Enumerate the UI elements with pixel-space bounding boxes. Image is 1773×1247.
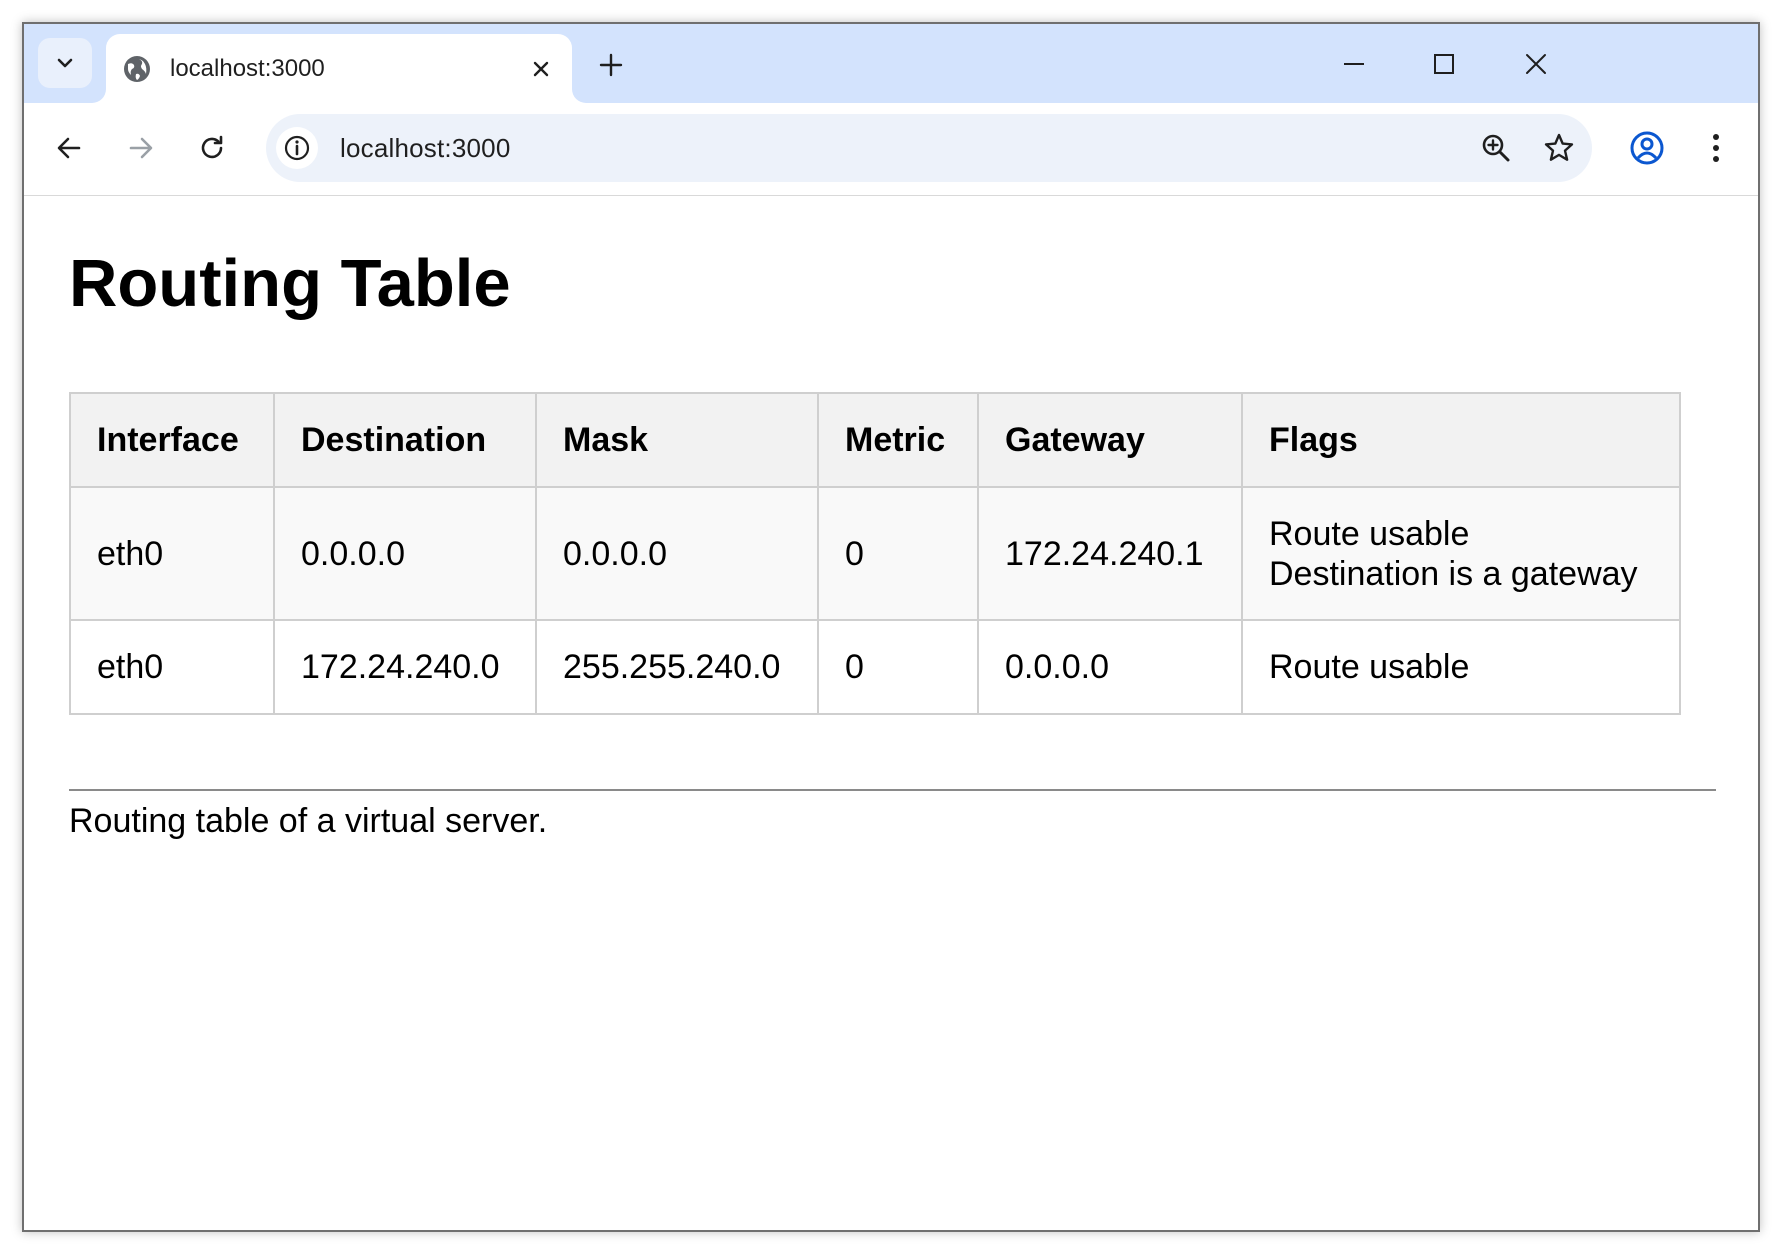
cell-destination: 172.24.240.0 [273,619,537,715]
tab-strip: localhost:3000 [24,24,1758,103]
bookmark-button[interactable] [1540,129,1578,167]
back-arrow-icon [57,137,81,159]
maximize-button[interactable] [1424,44,1464,84]
site-info-button[interactable] [276,127,318,169]
cell-interface: eth0 [69,486,275,621]
cell-gateway: 172.24.240.1 [977,486,1243,621]
horizontal-rule [69,789,1716,791]
profile-icon [1630,131,1664,165]
tab-localhost[interactable]: localhost:3000 [106,34,572,103]
page-title: Routing Table [69,246,511,321]
chevron-down-icon [57,58,73,68]
forward-button[interactable] [120,127,162,169]
globe-icon [124,56,150,82]
browser-toolbar: localhost:3000 [24,103,1758,196]
reload-button[interactable] [191,127,233,169]
table-caption: Routing table of a virtual server. [69,802,548,840]
cell-destination: 0.0.0.0 [273,486,537,621]
header-gateway: Gateway [977,392,1243,488]
table-header-row: Interface Destination Mask Metric Gatewa… [69,392,1681,488]
table-row: eth0 0.0.0.0 0.0.0.0 0 172.24.240.1 Rout… [69,486,1681,621]
back-button[interactable] [48,127,90,169]
close-icon [533,61,549,77]
cell-flags: Route usable Destination is a gateway [1241,486,1681,621]
cell-flags: Route usable [1241,619,1681,715]
maximize-icon [1434,54,1454,74]
profile-button[interactable] [1626,127,1668,169]
flag-item: Route usable [1269,648,1470,686]
minimize-button[interactable] [1334,44,1374,84]
reload-icon [201,135,223,159]
cell-gateway: 0.0.0.0 [977,619,1243,715]
zoom-button[interactable] [1477,129,1515,167]
header-mask: Mask [535,392,819,488]
flag-item: Destination is a gateway [1269,554,1638,593]
cell-metric: 0 [817,619,979,715]
header-interface: Interface [69,392,275,488]
star-icon [1544,133,1574,161]
tab-title: localhost:3000 [170,55,325,82]
header-metric: Metric [817,392,979,488]
info-icon [284,135,310,161]
plus-icon [599,53,623,77]
cell-interface: eth0 [69,619,275,715]
header-destination: Destination [273,392,537,488]
routing-table: Interface Destination Mask Metric Gatewa… [69,392,1681,715]
flag-item: Route usable [1269,514,1470,553]
kebab-menu-icon [1713,134,1719,162]
browser-window: localhost:3000 localhost:3000 Routing Ta… [22,22,1760,1232]
cell-mask: 0.0.0.0 [535,486,819,621]
tab-search-button[interactable] [38,38,92,88]
cell-metric: 0 [817,486,979,621]
address-bar[interactable]: localhost:3000 [266,114,1592,182]
new-tab-button[interactable] [596,50,626,80]
cell-mask: 255.255.240.0 [535,619,819,715]
forward-arrow-icon [129,137,153,159]
header-flags: Flags [1241,392,1681,488]
window-close-button[interactable] [1516,44,1556,84]
page-content: Routing Table Interface Destination Mask… [24,196,1758,1230]
url-text[interactable]: localhost:3000 [340,133,510,164]
close-icon [1526,54,1546,74]
zoom-icon [1482,134,1510,162]
browser-menu-button[interactable] [1695,127,1737,169]
table-row: eth0 172.24.240.0 255.255.240.0 0 0.0.0.… [69,619,1681,715]
minimize-icon [1344,63,1364,65]
tab-close-button[interactable] [526,54,556,84]
